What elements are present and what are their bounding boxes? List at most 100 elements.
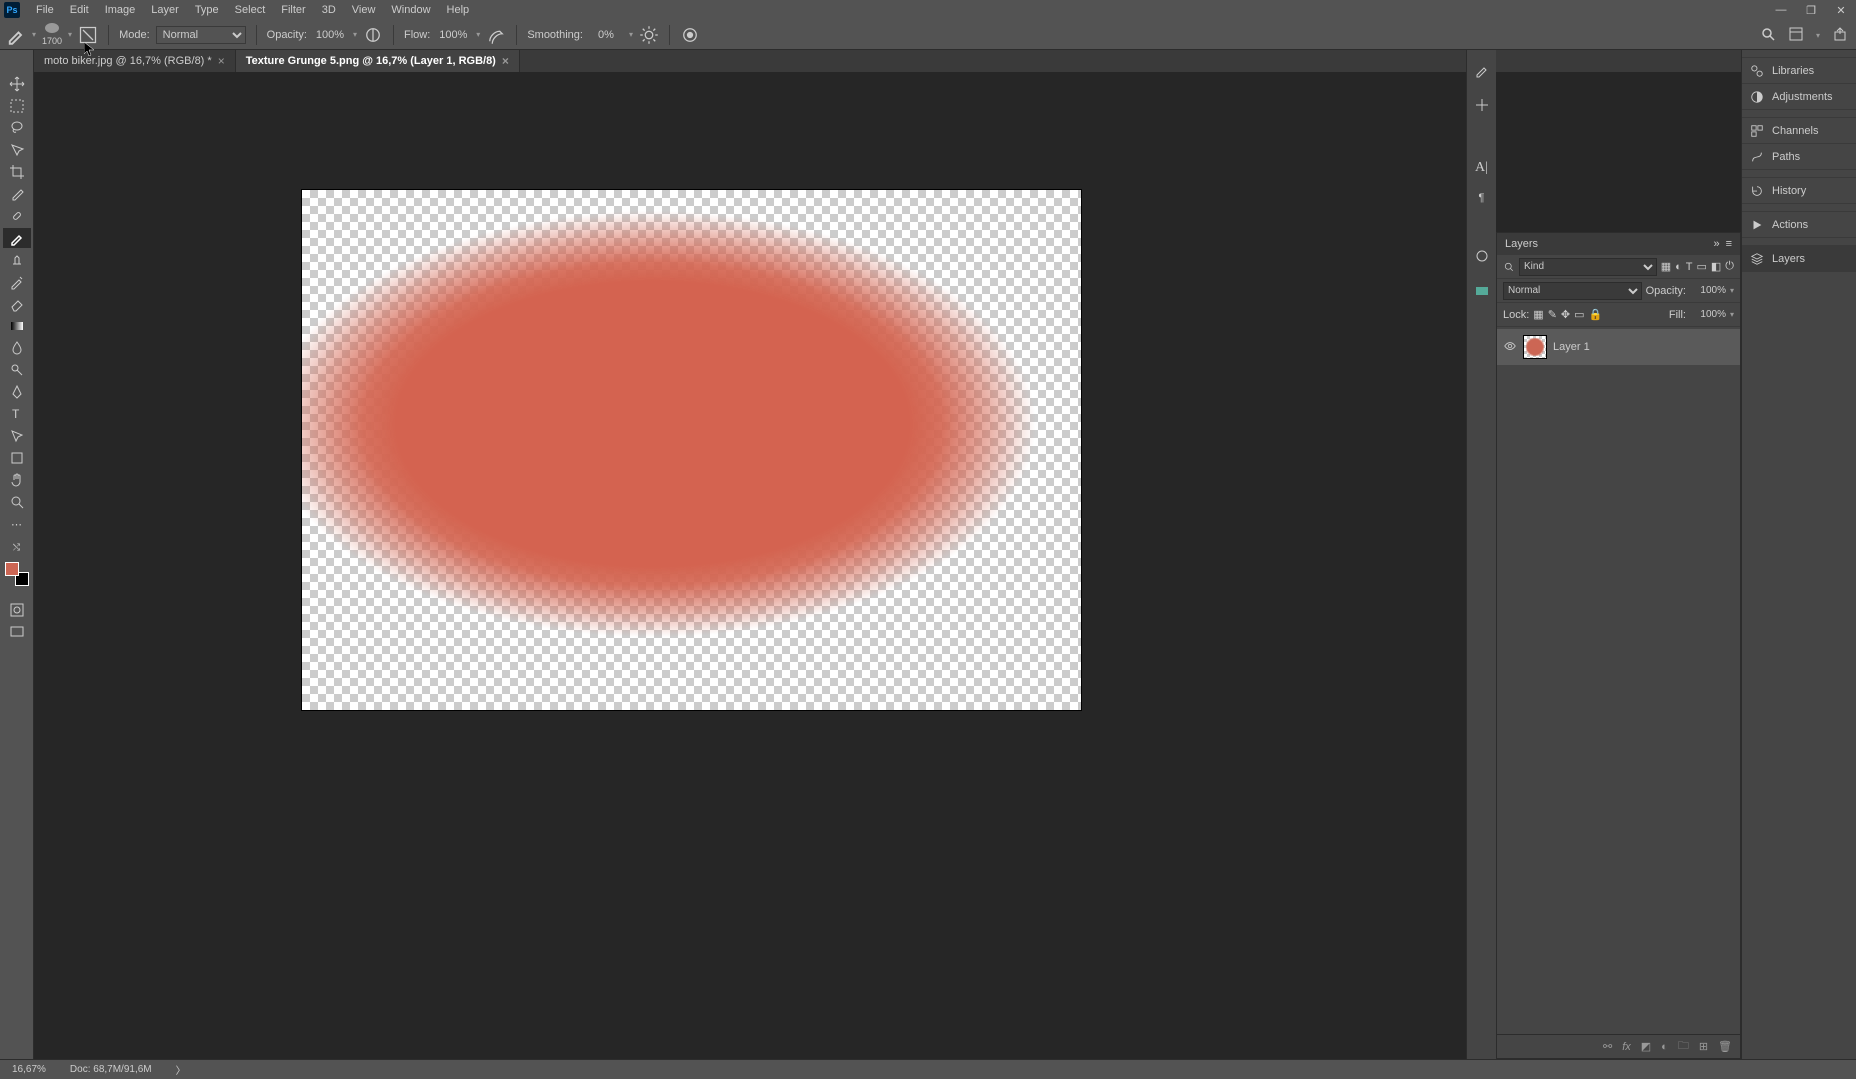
blend-mode-select[interactable]: Normal xyxy=(156,26,246,44)
filter-shape-icon[interactable]: ▭ xyxy=(1696,260,1706,273)
crop-tool[interactable] xyxy=(3,162,31,182)
close-icon[interactable]: ✕ xyxy=(1826,0,1856,20)
menu-view[interactable]: View xyxy=(344,0,384,20)
panel-menu-icon[interactable]: ≡ xyxy=(1726,238,1732,250)
foreground-color[interactable] xyxy=(5,562,19,576)
menu-file[interactable]: File xyxy=(28,0,62,20)
blur-tool[interactable] xyxy=(3,338,31,358)
brush-preview[interactable]: 1700 xyxy=(42,23,62,46)
eyedropper-tool[interactable] xyxy=(3,184,31,204)
lock-all-icon[interactable]: 🔒 xyxy=(1589,308,1603,321)
minimize-icon[interactable]: — xyxy=(1766,0,1796,20)
lasso-tool[interactable] xyxy=(3,118,31,138)
lock-position-icon[interactable]: ✥ xyxy=(1561,308,1570,321)
panel-tab-history[interactable]: History xyxy=(1742,178,1856,204)
chevron-down-icon[interactable]: ▾ xyxy=(1730,310,1734,319)
gradient-tool[interactable] xyxy=(3,316,31,336)
menu-layer[interactable]: Layer xyxy=(143,0,187,20)
close-tab-icon[interactable]: × xyxy=(218,54,225,68)
marquee-tool[interactable] xyxy=(3,96,31,116)
shape-tool[interactable] xyxy=(3,448,31,468)
layer-row[interactable]: Layer 1 xyxy=(1497,329,1740,365)
share-icon[interactable] xyxy=(1832,26,1848,45)
type-tool[interactable]: T xyxy=(3,404,31,424)
zoom-tool[interactable] xyxy=(3,492,31,512)
quick-selection-tool[interactable] xyxy=(3,140,31,160)
new-group-icon[interactable]: 🗀 xyxy=(1678,1037,1689,1056)
brush-panel-toggle-icon[interactable] xyxy=(78,25,98,45)
swatch-3d-icon[interactable] xyxy=(1474,248,1490,267)
document-tab[interactable]: moto biker.jpg @ 16,7% (RGB/8) * × xyxy=(34,50,236,72)
move-tool[interactable] xyxy=(3,74,31,94)
menu-window[interactable]: Window xyxy=(383,0,438,20)
flow-input[interactable] xyxy=(436,29,470,41)
smoothing-input[interactable] xyxy=(589,29,623,41)
lock-artboard-icon[interactable]: ▭ xyxy=(1574,308,1584,321)
swap-colors-icon[interactable]: ⤭ xyxy=(3,542,31,552)
menu-3d[interactable]: 3D xyxy=(314,0,344,20)
pressure-size-icon[interactable] xyxy=(680,25,700,45)
chevron-down-icon[interactable]: ▾ xyxy=(32,30,36,39)
menu-select[interactable]: Select xyxy=(227,0,274,20)
chevron-down-icon[interactable]: ▾ xyxy=(353,30,357,39)
clone-source-icon[interactable] xyxy=(1474,97,1490,116)
lock-transparency-icon[interactable]: ▦ xyxy=(1533,308,1543,321)
panel-tab-layers[interactable]: Layers xyxy=(1742,246,1856,272)
layer-visibility-icon[interactable] xyxy=(1503,339,1517,356)
character-panel-icon[interactable]: A| xyxy=(1475,160,1488,176)
airbrush-icon[interactable] xyxy=(486,25,506,45)
menu-help[interactable]: Help xyxy=(439,0,478,20)
eraser-tool[interactable] xyxy=(3,294,31,314)
close-tab-icon[interactable]: × xyxy=(502,54,509,68)
filter-pixel-icon[interactable]: ▦ xyxy=(1661,260,1671,273)
navigator-icon[interactable] xyxy=(1474,283,1490,302)
brush-tool[interactable] xyxy=(3,228,31,248)
layer-blend-mode[interactable]: Normal xyxy=(1503,282,1642,300)
collapse-panel-icon[interactable]: » xyxy=(1713,238,1719,250)
layer-opacity-input[interactable] xyxy=(1690,285,1726,296)
opacity-input[interactable] xyxy=(313,29,347,41)
menu-type[interactable]: Type xyxy=(187,0,227,20)
history-brush-tool[interactable] xyxy=(3,272,31,292)
panel-tab-paths[interactable]: Paths xyxy=(1742,144,1856,170)
pressure-opacity-icon[interactable] xyxy=(363,25,383,45)
panel-tab-libraries[interactable]: Libraries xyxy=(1742,58,1856,84)
chevron-down-icon[interactable]: ▾ xyxy=(1816,31,1820,40)
smoothing-settings-icon[interactable] xyxy=(639,25,659,45)
screenmode-icon[interactable] xyxy=(3,622,31,642)
filter-type-icon[interactable]: T xyxy=(1686,261,1693,273)
layer-filter-type[interactable]: Kind xyxy=(1519,258,1657,276)
delete-layer-icon[interactable]: 🗑 xyxy=(1718,1040,1732,1053)
link-layers-icon[interactable]: ⚯ xyxy=(1603,1040,1612,1053)
canvas[interactable] xyxy=(302,190,1081,710)
layer-fill-input[interactable] xyxy=(1690,309,1726,320)
layer-name[interactable]: Layer 1 xyxy=(1553,341,1590,353)
clone-stamp-tool[interactable] xyxy=(3,250,31,270)
pen-tool[interactable] xyxy=(3,382,31,402)
brush-tool-preset-icon[interactable] xyxy=(6,25,26,45)
chevron-down-icon[interactable]: ▾ xyxy=(476,30,480,39)
hand-tool[interactable] xyxy=(3,470,31,490)
panel-tab-adjustments[interactable]: Adjustments xyxy=(1742,84,1856,110)
chevron-down-icon[interactable]: ▾ xyxy=(1730,286,1734,295)
menu-edit[interactable]: Edit xyxy=(62,0,97,20)
adjustment-layer-icon[interactable]: ◐ xyxy=(1661,1041,1668,1053)
panel-tab-channels[interactable]: Channels xyxy=(1742,118,1856,144)
doc-size[interactable]: Doc: 68,7M/91,6M xyxy=(70,1064,152,1075)
filter-smart-icon[interactable]: ◧ xyxy=(1711,260,1721,273)
quickmask-icon[interactable] xyxy=(3,600,31,620)
paragraph-panel-icon[interactable]: ¶ xyxy=(1479,192,1485,204)
filter-toggle-icon[interactable]: ⏻ xyxy=(1725,260,1734,273)
status-chevron-icon[interactable]: 〉 xyxy=(176,1062,186,1077)
search-icon[interactable] xyxy=(1760,26,1776,45)
menu-image[interactable]: Image xyxy=(97,0,144,20)
add-mask-icon[interactable]: ◩ xyxy=(1641,1040,1651,1053)
zoom-level[interactable]: 16,67% xyxy=(12,1064,46,1075)
chevron-down-icon[interactable]: ▾ xyxy=(68,30,72,39)
dodge-tool[interactable] xyxy=(3,360,31,380)
color-swatches[interactable] xyxy=(5,562,29,586)
menu-filter[interactable]: Filter xyxy=(273,0,313,20)
edit-toolbar-icon[interactable]: ⋯ xyxy=(3,514,31,534)
chevron-down-icon[interactable]: ▾ xyxy=(629,30,633,39)
layer-thumbnail[interactable] xyxy=(1523,335,1547,359)
